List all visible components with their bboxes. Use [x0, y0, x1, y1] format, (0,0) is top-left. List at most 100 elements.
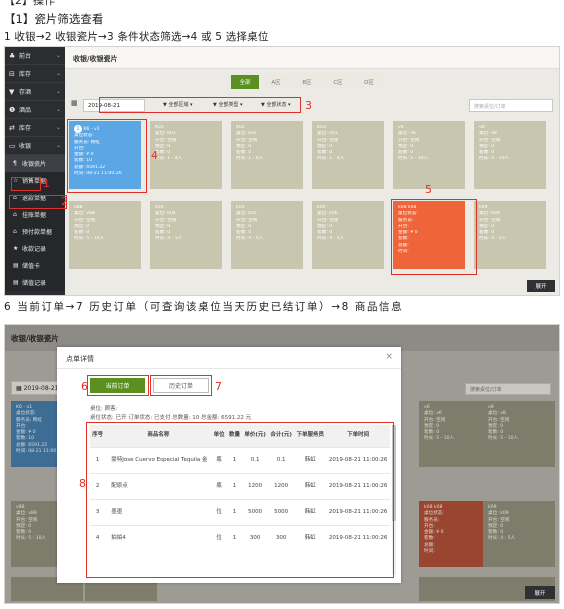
- background-table-card: k09 桌位: k09 开台: 空闲 预定: 0 客数: 0 时长: 4 - 5人: [483, 501, 555, 567]
- close-icon[interactable]: ×: [385, 352, 393, 362]
- table-card-line: 时间:: [424, 549, 435, 555]
- background-table-card: v8 桌位: v8 开台: 空闲 预定: 0 客数: 0 时长: 5 - 10人: [483, 401, 555, 467]
- sidebar-subitem-label: 收银瓷片: [22, 161, 47, 168]
- sidebar-item-icon: ▼: [9, 87, 15, 96]
- tab-zone-a[interactable]: A区: [262, 75, 290, 89]
- order-meta-line-1: 桌位: 顾客:: [90, 406, 118, 412]
- table-card-line: 时长: 5 - 10人: [479, 156, 510, 162]
- sidebar-item-4[interactable]: ⇄ 库存 ⌄: [5, 119, 65, 137]
- table-card[interactable]: k09 桌位: k09 开台: 空闲 预定: 0 客数: 0 时长: 4 - 5人: [474, 201, 546, 269]
- background-table-card: [419, 577, 491, 601]
- table-card-line: 时长: 4 - 5人: [236, 236, 264, 242]
- annotation-number-8: 8: [79, 477, 86, 490]
- sidebar-subitem-label: 收款记录: [22, 246, 47, 253]
- sidebar-item-label: 收银: [19, 143, 32, 150]
- sidebar-item-label: 前台: [19, 53, 32, 60]
- annotation-box-2: [9, 195, 67, 209]
- sidebar-item-icon: ▭: [9, 141, 16, 150]
- step-line-1: 1 收银→2 收银瓷片→3 条件状态筛选→4 或 5 选择桌位: [4, 31, 269, 43]
- table-card-line: 时长: 4 - 5人: [479, 236, 507, 242]
- table-card-line: 时长: 5 - 10人: [398, 156, 429, 162]
- sidebar-item-icon: ▼: [9, 296, 17, 297]
- section-title: 【1】瓷片筛选查看: [4, 12, 104, 26]
- chevron-down-icon: ⌄: [55, 88, 61, 95]
- screenshot-tile-view: ♣ 前台 ⌄ ⊟ 库存 ⌄ ▼ 存酒 ⌄ ❶ 酒品 ⌄ ⇄ 库存 ⌄ ▭ 收银 ⌄ ¶ 收银瓷片 ☆ 销售单据 ⌂ 退款单据…: [4, 46, 560, 296]
- sidebar-item-icon: ❶: [9, 105, 16, 114]
- table-card[interactable]: v6 桌位: v6 开台: 空闲 预定: 0 客数: 0 时长: 5 - 10人: [393, 121, 465, 189]
- table-card-line: 时长: 1 - 4人: [236, 156, 264, 162]
- sidebar-item-3[interactable]: ❶ 酒品 ⌄: [5, 101, 65, 119]
- annotation-number-5: 5: [425, 183, 432, 196]
- chevron-down-icon: ⌄: [55, 106, 61, 113]
- sidebar-subitem-5[interactable]: ★ 收款记录: [5, 240, 65, 257]
- table-card-line: 时长: 5 - 10人: [74, 236, 105, 242]
- order-detail-modal: 点单详情 × 当前订单 历史订单 桌位: 顾客: 桌位状态: 已开 订单状态: …: [57, 347, 401, 583]
- background-table-card: v6 桌位: v6 开台: 空闲 预定: 0 客数: 0 时长: 5 - 10人: [419, 401, 491, 467]
- step-line-2: 6 当前订单→7 历史订单（可查询该桌位当天历史已结订单）→8 商品信息: [4, 301, 404, 313]
- chevron-down-icon: ⌄: [55, 124, 61, 131]
- sidebar-subitem-icon: ▤: [13, 262, 19, 269]
- sidebar-item-1[interactable]: ⊟ 库存 ⌄: [5, 65, 65, 83]
- search-input-2[interactable]: 搜索桌位/订单: [465, 383, 551, 395]
- table-card-line: 时长: 1 - 4人: [155, 156, 183, 162]
- sidebar-item-icon: ⊟: [9, 69, 15, 78]
- sidebar-subitem-icon: ▤: [13, 279, 19, 286]
- expand-button-2[interactable]: 展开: [525, 586, 555, 599]
- table-card[interactable]: k05 桌位: k05 开台: 空闲 预定: 0 客数: 0 时长: 4 - 5人: [231, 201, 303, 269]
- sidebar-bottom-item-0[interactable]: ▼审核⌄: [5, 291, 65, 297]
- sidebar-item-label: 存酒: [19, 89, 32, 96]
- sidebar-subitem-7[interactable]: ▤ 储值记录: [5, 274, 65, 291]
- annotation-box-6: [87, 375, 149, 396]
- table-card[interactable]: v88 桌位: v88 开台: 空闲 预定: 0 客数: 0 时长: 5 - 10人: [69, 201, 141, 269]
- header-fragment: 【2】操作: [4, 0, 55, 7]
- table-card[interactable]: v8 桌位: v8 开台: 空闲 预定: 0 客数: 0 时长: 5 - 10人: [474, 121, 546, 189]
- expand-button[interactable]: 展开: [527, 280, 555, 292]
- sidebar-item-label: 库存: [19, 125, 32, 132]
- order-meta-line-2: 桌位状态: 已开 订单状态: 已支付 总数量: 10 总金额: 6591.22 …: [90, 415, 252, 421]
- sidebar-subitem-icon: ¶: [13, 160, 17, 167]
- tab-zone-d[interactable]: D区: [355, 75, 383, 89]
- sidebar-subitem-6[interactable]: ▤ 储值卡: [5, 257, 65, 274]
- table-card-line: 时长: 4 - 5人: [155, 236, 183, 242]
- table-card[interactable]: K03 桌位: k03 开台: 空闲 预定: 0 客数: 0 时长: 1 - 4人: [312, 121, 384, 189]
- table-card[interactable]: K02 桌位: k02 开台: 空闲 预定: 0 客数: 0 时长: 1 - 4人: [231, 121, 303, 189]
- sidebar-subitem-icon: ⌂: [13, 228, 17, 235]
- sidebar: ♣ 前台 ⌄ ⊟ 库存 ⌄ ▼ 存酒 ⌄ ❶ 酒品 ⌄ ⇄ 库存 ⌄ ▭ 收银 ⌄ ¶ 收银瓷片 ☆ 销售单据 ⌂ 退款单据…: [5, 47, 65, 297]
- table-card-line: 时长: 4 - 5人: [317, 236, 345, 242]
- sidebar-item-icon: ⇄: [9, 123, 15, 132]
- sidebar-subitem-icon: ★: [13, 245, 19, 252]
- sidebar-item-label: 库存: [19, 71, 32, 78]
- sidebar-item-label: 酒品: [19, 107, 32, 114]
- annotation-box-1: [11, 177, 41, 191]
- annotation-number-1: 1: [43, 177, 50, 190]
- tab-zone-b[interactable]: B区: [293, 75, 321, 89]
- search-input[interactable]: 搜索桌位/订单: [469, 99, 553, 112]
- table-card[interactable]: K01 桌位: k01 开台: 空闲 预定: 0 客数: 0 时长: 1 - 4人: [150, 121, 222, 189]
- annotation-number-2: 2: [61, 195, 68, 208]
- table-card-line: 时长: 1 - 4人: [317, 156, 345, 162]
- sidebar-item-0[interactable]: ♣ 前台 ⌄: [5, 47, 65, 65]
- annotation-box-5: [391, 199, 477, 275]
- annotation-box-8: [86, 422, 394, 578]
- tab-all[interactable]: 全部: [231, 75, 259, 89]
- sidebar-item-2[interactable]: ▼ 存酒 ⌄: [5, 83, 65, 101]
- sidebar-subitem-label: 预付款单据: [22, 229, 53, 236]
- annotation-number-7: 7: [215, 380, 222, 393]
- sidebar-subitem-0[interactable]: ¶ 收银瓷片: [5, 155, 65, 172]
- sidebar-item-label: 审核: [17, 295, 56, 296]
- annotation-box-7: [150, 375, 212, 396]
- zone-tabs: 全部 A区 B区 C区 D区: [231, 75, 383, 89]
- calendar-icon: ▦: [71, 99, 78, 107]
- table-card-line: 时长: 5 - 10人: [424, 436, 455, 442]
- table-card[interactable]: k04 桌位: k04 开台: 空闲 预定: 0 客数: 0 时长: 4 - 5人: [150, 201, 222, 269]
- annotation-number-3: 3: [305, 99, 312, 112]
- table-card[interactable]: k06 桌位: k06 开台: 空闲 预定: 0 客数: 0 时长: 4 - 5人: [312, 201, 384, 269]
- modal-title: 点单详情: [57, 347, 401, 369]
- chevron-down-icon: ⌄: [55, 52, 61, 59]
- sidebar-subitem-label: 储值卡: [22, 263, 41, 270]
- sidebar-item-5[interactable]: ▭ 收银 ⌄: [5, 137, 65, 155]
- sidebar-subitem-4[interactable]: ⌂ 预付款单据: [5, 223, 65, 240]
- table-card-line: 时长: 4 - 5人: [488, 536, 516, 542]
- page-title: 收银/收银瓷片: [65, 47, 559, 69]
- tab-zone-c[interactable]: C区: [324, 75, 352, 89]
